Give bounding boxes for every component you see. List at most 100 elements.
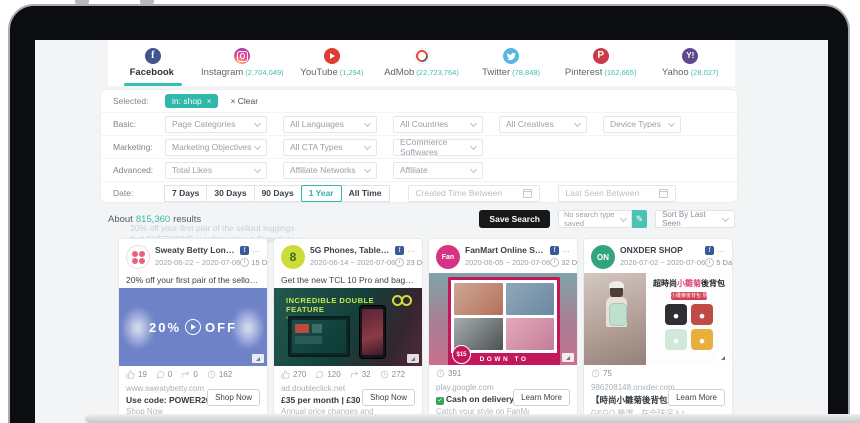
expand-corner-icon[interactable]	[717, 353, 729, 362]
edit-saved-search-button[interactable]: ✎	[632, 210, 647, 228]
selected-filters-row: Selected: in: shop × × Clear	[101, 90, 737, 112]
heat-icon	[436, 369, 445, 378]
filter-panel: Selected: in: shop × × Clear Basic: Page…	[100, 89, 738, 203]
pinterest-icon: P	[593, 48, 609, 64]
ad-headline: £35 per month | £30 upfront | ...	[274, 394, 374, 406]
tab-pinterest[interactable]: P Pinterest(162,665)	[556, 40, 646, 86]
tab-label: Yahoo	[662, 67, 689, 78]
page-name[interactable]: Sweaty Betty London | Wom...	[155, 245, 236, 255]
select-marketing-objectives[interactable]: Marketing Objectives	[165, 139, 267, 156]
select-all-creatives[interactable]: All Creatives	[499, 116, 587, 133]
ad-headline: Use code: POWER20	[119, 394, 219, 406]
facebook-badge-icon: f	[550, 246, 559, 255]
comment-icon	[156, 370, 165, 379]
select-all-languages[interactable]: All Languages	[283, 116, 377, 133]
avatar[interactable]	[126, 245, 150, 269]
tab-count: (162,665)	[604, 68, 636, 77]
ad-card-grid: Sweaty Betty London | Wom... f … 2020-06…	[118, 238, 733, 420]
tab-label: Instagram	[201, 67, 243, 78]
ad-creative-thumbnail[interactable]: 20% OFF	[119, 288, 267, 366]
select-device-types[interactable]: Device Types	[603, 116, 681, 133]
chip-text: in: shop	[172, 96, 202, 106]
chip-close-icon[interactable]: ×	[207, 97, 212, 106]
creative-badge: 小雛菊後背包 現貨熱賣	[671, 292, 707, 300]
cta-button[interactable]: Learn More	[668, 389, 725, 406]
saved-search-select[interactable]: No search type saved	[558, 210, 632, 228]
tab-youtube[interactable]: YouTube(1,294)	[287, 40, 377, 86]
page-name[interactable]: ONXDER SHOP	[620, 245, 701, 255]
avatar[interactable]: 8	[281, 245, 305, 269]
cta-button[interactable]: Shop Now	[207, 389, 260, 406]
ad-duration: 32 Days	[550, 258, 578, 267]
tab-facebook[interactable]: f Facebook	[108, 40, 198, 86]
last-seen-between-input[interactable]: Last Seen Between	[558, 185, 676, 202]
save-search-button[interactable]: Save Search	[479, 210, 550, 228]
select-ecommerce-softwares[interactable]: ECommerce Softwares	[393, 139, 483, 156]
avatar[interactable]: Fan	[436, 245, 460, 269]
phone-graphic	[359, 305, 386, 359]
created-time-between-input[interactable]: Created Time Between	[408, 185, 540, 202]
ad-card-5g-phones: 8 5G Phones, Tablets & SIMs | ... f … 20…	[273, 238, 423, 420]
date-filters-row: Date: 7 Days 30 Days 90 Days 1 Year All …	[101, 181, 737, 204]
ad-creative-thumbnail[interactable]: INCREDIBLE DOUBLEFEATURE with TCL 10 Pro	[274, 288, 422, 366]
results-actions: Save Search No search type saved ✎ Sort …	[479, 210, 735, 228]
tab-yahoo[interactable]: Y! Yahoo(28,027)	[645, 40, 735, 86]
card-header: ON ONXDER SHOP f … 2020-07-02 ~ 2020-07-…	[584, 239, 732, 273]
select-cta-types[interactable]: All CTA Types	[283, 139, 377, 156]
card-menu-button[interactable]: …	[407, 248, 415, 252]
page-name[interactable]: FanMart Online Shopping - F...	[465, 245, 546, 255]
clock-icon	[240, 258, 249, 267]
heat-count: 75	[591, 369, 612, 378]
tab-twitter[interactable]: Twitter(78,848)	[466, 40, 556, 86]
date-range-all-time[interactable]: All Time	[341, 185, 390, 202]
like-count: 19	[126, 370, 147, 379]
date-range-90-days[interactable]: 90 Days	[254, 185, 302, 202]
select-total-likes[interactable]: Total Likes	[165, 162, 267, 179]
facebook-badge-icon: f	[395, 246, 404, 255]
calendar-icon	[659, 189, 668, 198]
avatar[interactable]: ON	[591, 245, 615, 269]
basic-label: Basic:	[113, 119, 165, 129]
select-affiliate-networks[interactable]: Affiliate Networks	[283, 162, 377, 179]
twitter-icon	[503, 48, 519, 64]
expand-corner-icon[interactable]	[407, 354, 419, 363]
card-menu-button[interactable]: …	[717, 248, 725, 252]
share-count: 0	[181, 370, 197, 379]
select-page-categories[interactable]: Page Categories	[165, 116, 267, 133]
expand-corner-icon[interactable]	[252, 354, 264, 363]
sort-by-select[interactable]: Sort By Last Seen	[655, 210, 735, 228]
card-header: 8 5G Phones, Tablets & SIMs | ... f … 20…	[274, 239, 422, 273]
date-range-1-year[interactable]: 1 Year	[301, 185, 342, 202]
card-menu-button[interactable]: …	[252, 248, 260, 252]
tooltip-line: 20% off your first pair of the sellout l…	[130, 223, 350, 234]
date-range-30-days[interactable]: 30 Days	[206, 185, 254, 202]
card-menu-button[interactable]: …	[562, 248, 570, 252]
filter-chip-shop[interactable]: in: shop ×	[165, 94, 218, 108]
comment-count: 120	[315, 370, 340, 379]
select-all-countries[interactable]: All Countries	[393, 116, 483, 133]
ad-duration: 23 Days	[395, 258, 423, 267]
clock-icon	[705, 258, 714, 267]
date-range-7-days[interactable]: 7 Days	[164, 185, 207, 202]
ad-creative-thumbnail[interactable]: 超時尚小雛菊後背包 小雛菊後背包 現貨熱賣	[584, 273, 732, 365]
share-count: 32	[350, 370, 371, 379]
chevron-down-icon	[364, 142, 371, 149]
bigspy-ad-search-page: f Facebook Instagram(2,704,049) YouTube(…	[0, 0, 860, 423]
clear-filters-link[interactable]: × Clear	[230, 96, 258, 106]
cta-button[interactable]: Shop Now	[362, 389, 415, 406]
select-affiliate[interactable]: Affiliate	[393, 162, 483, 179]
expand-corner-icon[interactable]	[562, 353, 574, 362]
date-label: Date:	[113, 188, 165, 198]
play-icon[interactable]	[185, 319, 201, 335]
tab-count: (28,027)	[691, 68, 719, 77]
facebook-icon: f	[145, 48, 161, 64]
ad-creative-thumbnail[interactable]: DOWN TO $15	[429, 273, 577, 365]
tab-admob[interactable]: AdMob(22,723,764)	[377, 40, 467, 86]
cta-button[interactable]: Learn More	[513, 389, 570, 406]
heat-count: 391	[436, 369, 461, 378]
youtube-icon	[324, 48, 340, 64]
chevron-down-icon	[620, 214, 627, 221]
page-name[interactable]: 5G Phones, Tablets & SIMs | ...	[310, 245, 391, 255]
chevron-down-icon	[364, 119, 371, 126]
tab-instagram[interactable]: Instagram(2,704,049)	[198, 40, 288, 86]
